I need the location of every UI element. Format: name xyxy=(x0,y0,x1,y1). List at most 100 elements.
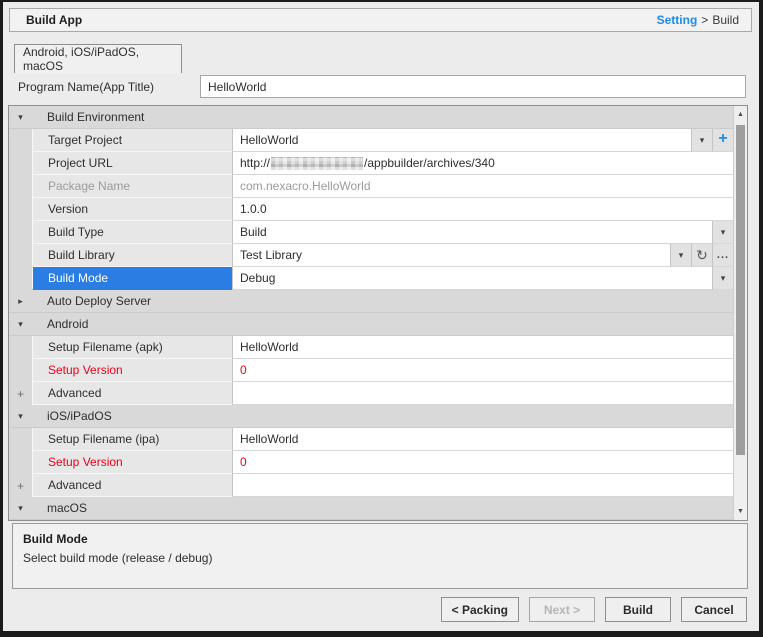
section-collapse-icon[interactable]: ▾ xyxy=(18,412,23,421)
property-row-build-type[interactable]: Build TypeBuild ▾ xyxy=(9,221,733,244)
property-value[interactable]: 1.0.0 xyxy=(232,198,733,221)
row-gutter xyxy=(9,336,32,359)
dropdown-button[interactable]: ▾ xyxy=(691,129,712,152)
property-grid: ▾Build EnvironmentTarget ProjectHelloWor… xyxy=(8,105,748,521)
section-label: macOS xyxy=(32,497,87,519)
row-gutter xyxy=(9,198,32,221)
breadcrumb-current: Build xyxy=(712,13,739,27)
property-row-project-url[interactable]: Project URLhttp:///appbuilder/archives/3… xyxy=(9,152,733,175)
property-row-version[interactable]: Version1.0.0 xyxy=(9,198,733,221)
property-value[interactable]: HelloWorld xyxy=(232,428,733,451)
row-gutter xyxy=(9,267,32,290)
property-value[interactable]: com.nexacro.HelloWorld xyxy=(232,175,733,198)
section-label: Auto Deploy Server xyxy=(32,290,151,312)
row-gutter xyxy=(9,451,32,474)
dropdown-button[interactable]: ▾ xyxy=(712,221,733,244)
section-gutter: ▾ xyxy=(9,405,32,427)
url-prefix: http:// xyxy=(240,156,270,170)
description-title: Build Mode xyxy=(23,532,737,546)
dropdown-button[interactable]: ▾ xyxy=(670,244,691,267)
property-row-advanced[interactable]: + Advanced xyxy=(9,382,733,405)
property-row-advanced[interactable]: + Advanced xyxy=(9,474,733,497)
dropdown-icon: ▾ xyxy=(679,251,684,260)
property-row-setup-version[interactable]: Setup Version0 xyxy=(9,451,733,474)
property-value[interactable]: Build xyxy=(232,221,712,244)
property-label: Setup Filename (apk) xyxy=(32,336,232,359)
breadcrumb-separator: > xyxy=(701,13,708,27)
add-button[interactable]: + xyxy=(712,129,733,152)
property-row-build-library[interactable]: Build LibraryTest Library▾↻... xyxy=(9,244,733,267)
dropdown-icon: ▾ xyxy=(721,228,726,237)
property-value[interactable] xyxy=(232,382,733,405)
next-button[interactable]: Next > xyxy=(529,597,595,622)
property-value[interactable]: Debug xyxy=(232,267,712,290)
property-row-setup-filename-ipa[interactable]: Setup Filename (ipa)HelloWorld xyxy=(9,428,733,451)
packing-button[interactable]: < Packing xyxy=(441,597,519,622)
build-button[interactable]: Build xyxy=(605,597,671,622)
section-expand-icon[interactable]: ▸ xyxy=(18,297,23,306)
section-row-build-environment[interactable]: ▾Build Environment xyxy=(9,106,733,129)
description-text: Select build mode (release / debug) xyxy=(23,551,737,565)
program-name-label: Program Name(App Title) xyxy=(18,76,154,98)
row-gutter xyxy=(9,359,32,382)
advanced-expand-icon[interactable]: + xyxy=(17,480,24,492)
section-gutter: ▸ xyxy=(9,290,32,312)
section-row-macos[interactable]: ▾ macOS xyxy=(9,497,733,520)
breadcrumb: Setting > Build xyxy=(657,13,739,27)
property-label: Advanced xyxy=(32,382,232,405)
add-icon: + xyxy=(718,131,727,147)
scrollbar-thumb[interactable] xyxy=(736,125,745,455)
section-row-ios-ipados[interactable]: ▾iOS/iPadOS xyxy=(9,405,733,428)
property-value[interactable]: HelloWorld xyxy=(232,336,733,359)
property-row-target-project[interactable]: Target ProjectHelloWorld ▾ + xyxy=(9,129,733,152)
property-description-panel: Build Mode Select build mode (release / … xyxy=(12,523,748,589)
row-gutter xyxy=(9,129,32,152)
section-gutter: ▾ xyxy=(9,106,32,128)
property-value[interactable]: 0 xyxy=(232,359,733,382)
breadcrumb-setting-link[interactable]: Setting xyxy=(657,13,698,27)
section-row-android[interactable]: ▾ Android xyxy=(9,313,733,336)
more-icon: ... xyxy=(717,250,729,261)
more-button[interactable]: ... xyxy=(712,244,733,267)
dropdown-icon: ▾ xyxy=(700,136,705,145)
scroll-down-icon[interactable]: ▼ xyxy=(734,504,747,519)
property-row-package-name[interactable]: Package Namecom.nexacro.HelloWorld xyxy=(9,175,733,198)
property-label: Project URL xyxy=(32,152,232,175)
scroll-up-icon[interactable]: ▲ xyxy=(734,107,747,122)
tab-label: Android, iOS/iPadOS, macOS xyxy=(23,45,181,73)
property-label: Version xyxy=(32,198,232,221)
section-collapse-icon[interactable]: ▾ xyxy=(18,504,23,513)
refresh-icon: ↻ xyxy=(696,248,708,262)
section-gutter: ▾ xyxy=(9,313,32,335)
tab-android-ios-macos[interactable]: Android, iOS/iPadOS, macOS xyxy=(14,44,182,73)
property-value[interactable]: Test Library xyxy=(232,244,670,267)
dialog-titlebar: Build App Setting > Build xyxy=(9,8,752,32)
dropdown-button[interactable]: ▾ xyxy=(712,267,733,290)
property-label: Build Type xyxy=(32,221,232,244)
property-value[interactable]: 0 xyxy=(232,451,733,474)
row-gutter xyxy=(9,175,32,198)
property-row-setup-version[interactable]: Setup Version0 xyxy=(9,359,733,382)
property-label: Target Project xyxy=(32,129,232,152)
section-label: Android xyxy=(32,313,88,335)
row-gutter: + xyxy=(9,382,32,405)
property-row-setup-filename-apk[interactable]: Setup Filename (apk)HelloWorld xyxy=(9,336,733,359)
property-label: Advanced xyxy=(32,474,232,497)
property-label: Build Mode xyxy=(32,267,232,290)
property-row-build-mode[interactable]: Build ModeDebug▾ xyxy=(9,267,733,290)
program-name-input[interactable] xyxy=(200,75,746,98)
cancel-button[interactable]: Cancel xyxy=(681,597,747,622)
refresh-button[interactable]: ↻ xyxy=(691,244,712,267)
row-gutter xyxy=(9,428,32,451)
section-collapse-icon[interactable]: ▾ xyxy=(18,320,23,329)
footer-button-bar: < Packing Next > Build Cancel xyxy=(441,597,747,622)
section-row-auto-deploy-server[interactable]: ▸ Auto Deploy Server xyxy=(9,290,733,313)
row-gutter xyxy=(9,152,32,175)
property-value[interactable]: HelloWorld xyxy=(232,129,691,152)
advanced-expand-icon[interactable]: + xyxy=(17,388,24,400)
section-collapse-icon[interactable]: ▾ xyxy=(18,113,23,122)
property-value[interactable] xyxy=(232,474,733,497)
vertical-scrollbar[interactable]: ▲ ▼ xyxy=(733,106,747,520)
property-grid-rows: ▾Build EnvironmentTarget ProjectHelloWor… xyxy=(9,106,733,520)
property-value[interactable]: http:///appbuilder/archives/340 xyxy=(232,152,733,175)
